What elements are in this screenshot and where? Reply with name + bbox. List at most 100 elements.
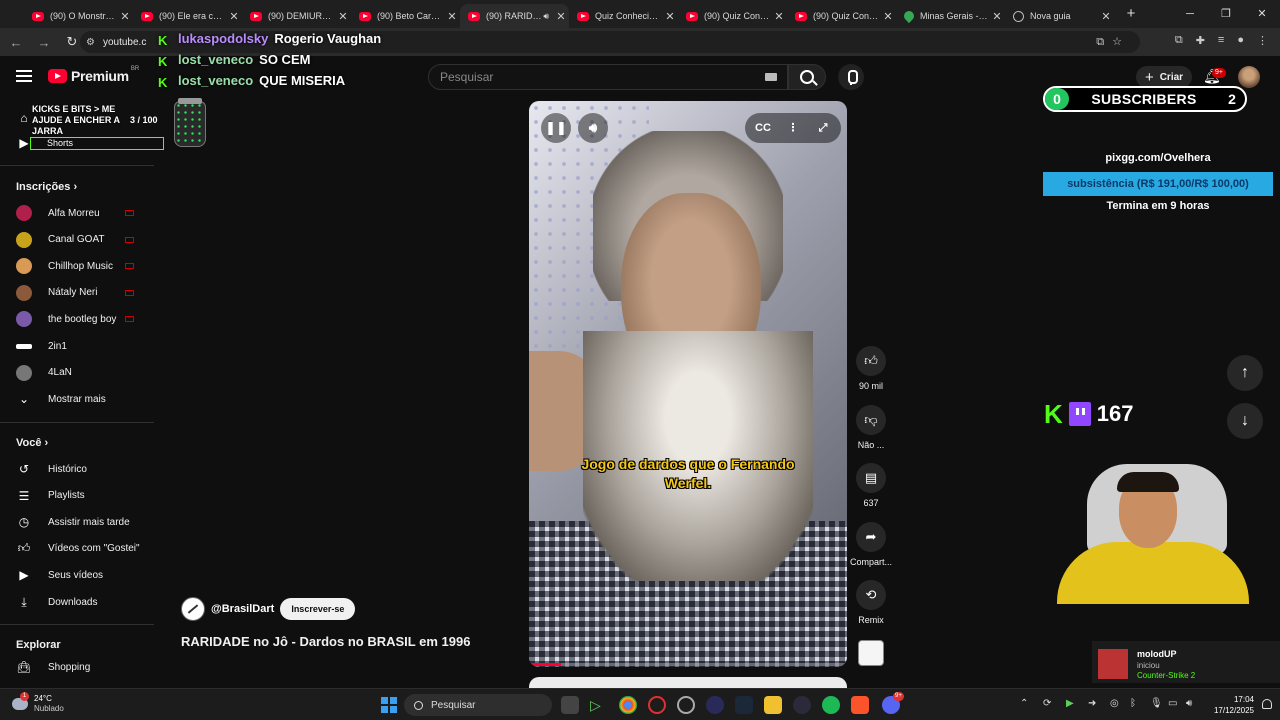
tray-app-icon[interactable]: ◎: [1110, 698, 1119, 709]
close-tab-icon[interactable]: ✕: [335, 10, 351, 23]
windows-start-icon[interactable]: [381, 697, 397, 713]
sidebar-item[interactable]: 👍︎ Vídeos com "Gostei": [0, 537, 154, 561]
menu-icon[interactable]: ⋮: [1257, 34, 1268, 47]
sidebar-item[interactable]: ⤓ Downloads: [0, 590, 154, 614]
browser-tab[interactable]: (90) Beto Carvalh ✕: [351, 4, 460, 28]
obs-icon[interactable]: [677, 696, 695, 714]
browser-tab[interactable]: (90) Quiz Conhec ✕: [787, 4, 896, 28]
steam-icon[interactable]: [735, 696, 753, 714]
channel-avatar[interactable]: [181, 597, 205, 621]
video-title[interactable]: RARIDADE no Jô - Dardos no BRASIL em 199…: [181, 634, 470, 649]
bookmark-star-icon[interactable]: ☆: [1112, 36, 1130, 48]
opera-icon[interactable]: [648, 696, 666, 714]
extensions-icon[interactable]: ⧉: [1175, 34, 1183, 47]
weather-widget[interactable]: 24°C Nublado: [12, 692, 64, 714]
back-button[interactable]: ←: [4, 35, 28, 50]
close-tab-icon[interactable]: ✕: [444, 10, 460, 23]
minimize-button[interactable]: ─: [1172, 0, 1208, 28]
close-tab-icon[interactable]: ✕: [117, 10, 133, 23]
create-button[interactable]: + Criar: [1136, 66, 1192, 88]
chrome-icon[interactable]: [619, 696, 637, 714]
speaker-icon[interactable]: 🔊︎: [1186, 698, 1192, 709]
new-tab-button[interactable]: +: [1120, 3, 1142, 25]
forward-button[interactable]: →: [32, 35, 56, 50]
tray-play-icon[interactable]: ▶: [1066, 698, 1074, 709]
sidebar-item[interactable]: ☰ Playlists: [0, 484, 154, 508]
close-tab-icon[interactable]: ✕: [226, 10, 242, 23]
close-tab-icon[interactable]: ✕: [989, 10, 1005, 23]
sidebar-channel[interactable]: 2in1: [0, 334, 154, 358]
bluetooth-icon[interactable]: ᛒ: [1130, 698, 1136, 709]
network-icon[interactable]: ▭: [1168, 698, 1177, 709]
keyboard-icon[interactable]: [765, 73, 777, 81]
install-icon[interactable]: ⧉: [1096, 36, 1112, 48]
browser-tab[interactable]: (90) O Monstro N ✕: [24, 4, 133, 28]
media-icon[interactable]: ≡: [1218, 34, 1224, 47]
close-tab-icon[interactable]: ✕: [1098, 10, 1114, 23]
file-explorer-icon[interactable]: [764, 696, 782, 714]
tray-overflow-icon[interactable]: ⌃: [1020, 698, 1028, 709]
subscriptions-heading[interactable]: Inscrições ›: [16, 181, 77, 193]
search-button[interactable]: [788, 64, 826, 90]
share-icon[interactable]: ➦: [856, 521, 886, 552]
subscribe-button[interactable]: Inscrever-se: [280, 598, 356, 620]
close-tab-icon[interactable]: ✕: [553, 10, 569, 23]
app-icon[interactable]: [706, 696, 724, 714]
site-info-icon[interactable]: ⚙: [86, 37, 95, 48]
sidebar-channel[interactable]: Chillhop Music: [0, 254, 154, 278]
fullscreen-icon[interactable]: ⤢: [811, 116, 835, 140]
notification-center-icon[interactable]: [1262, 699, 1272, 709]
pause-icon[interactable]: ❚❚: [541, 113, 571, 143]
you-heading[interactable]: Você ›: [16, 437, 48, 449]
sidebar-channel[interactable]: 4LaN: [0, 361, 154, 385]
volume-icon[interactable]: 🔊︎: [578, 113, 608, 143]
account-avatar[interactable]: [1238, 66, 1260, 88]
tab-audio-icon[interactable]: 🔊︎: [543, 11, 549, 22]
browser-tab[interactable]: Nova guia ✕: [1005, 4, 1114, 28]
browser-tab[interactable]: (90) Quiz Conhec ✕: [678, 4, 787, 28]
youtube-premium-logo[interactable]: Premium BR: [48, 66, 139, 84]
progress-bar[interactable]: [529, 663, 847, 666]
browser-tab[interactable]: Quiz Conhecimen ✕: [569, 4, 678, 28]
sidebar-channel[interactable]: the bootleg boy: [0, 307, 154, 331]
guide-menu-button[interactable]: [16, 70, 32, 82]
taskbar-search[interactable]: Pesquisar: [404, 694, 552, 716]
shorts-video-player[interactable]: ❚❚ 🔊︎ CC ⋮ ⤢ Jogo de dardos que o Fernan…: [529, 101, 847, 667]
sync-icon[interactable]: ⟳: [1043, 698, 1051, 709]
sidebar-item[interactable]: ▶ Seus vídeos: [0, 563, 154, 587]
sound-thumbnail[interactable]: [858, 640, 884, 666]
arrow-icon[interactable]: ➜: [1088, 698, 1096, 709]
spotify-icon[interactable]: [822, 696, 840, 714]
search-input[interactable]: Pesquisar: [428, 64, 788, 90]
sidebar-channel[interactable]: Alfa Morreu: [0, 201, 154, 225]
sidebar-item[interactable]: ◷ Assistir mais tarde: [0, 510, 154, 534]
channel-handle[interactable]: @BrasilDart: [211, 603, 274, 615]
browser-tab[interactable]: (90) RARIDAD 🔊︎ ✕: [460, 4, 569, 28]
sidebar-item[interactable]: ↺ Histórico: [0, 457, 154, 481]
sidebar-channel[interactable]: Canal GOAT: [0, 228, 154, 252]
thumbs-up-icon[interactable]: 👍︎: [856, 346, 886, 376]
voice-search-button[interactable]: [838, 64, 864, 90]
sidebar-channel[interactable]: Nátaly Neri: [0, 281, 154, 305]
browser-tab[interactable]: Minas Gerais - Go ✕: [896, 4, 1005, 28]
play-app-icon[interactable]: ▷: [590, 696, 608, 714]
system-clock[interactable]: 17:04 17/12/2025: [1208, 694, 1254, 716]
show-more-button[interactable]: ⌄ Mostrar mais: [0, 387, 154, 411]
browser-tab[interactable]: (90) DEMIURGO: ✕: [242, 4, 351, 28]
comment-icon[interactable]: ▤: [856, 463, 886, 493]
sidebar-item[interactable]: 👜︎ Shopping: [0, 655, 154, 679]
previous-short-button[interactable]: ↑: [1227, 355, 1263, 391]
more-options-icon[interactable]: ⋮: [781, 116, 805, 140]
remix-icon[interactable]: ⟲: [856, 580, 886, 610]
close-tab-icon[interactable]: ✕: [880, 10, 896, 23]
next-short-button[interactable]: ↓: [1227, 403, 1263, 439]
captions-icon[interactable]: CC: [751, 116, 775, 140]
app-icon[interactable]: [793, 696, 811, 714]
close-tab-icon[interactable]: ✕: [662, 10, 678, 23]
profile-icon[interactable]: ●: [1237, 34, 1244, 47]
brave-icon[interactable]: [851, 696, 869, 714]
browser-tab[interactable]: (90) Ele era coun ✕: [133, 4, 242, 28]
puzzle-icon[interactable]: ✚: [1196, 34, 1205, 47]
close-tab-icon[interactable]: ✕: [771, 10, 787, 23]
task-view-icon[interactable]: [561, 696, 579, 714]
